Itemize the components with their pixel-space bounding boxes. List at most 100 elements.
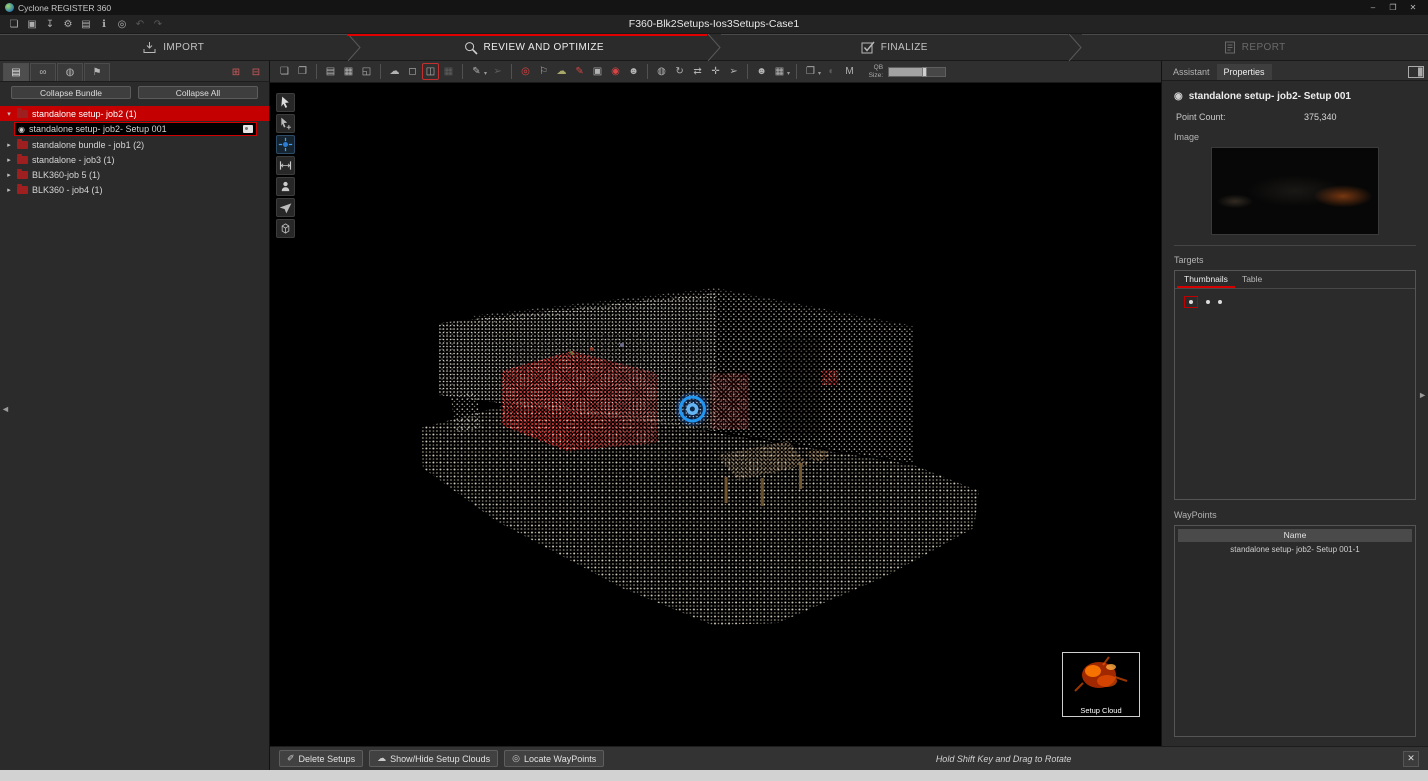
center-column: ❏ ❐ ▤ ▦ ◱ ☁ ◻ ◫ ▦ ✎ ▾ ➢ [270,61,1428,770]
panel-layout-icon[interactable] [1408,66,1424,78]
waypoints-name-header[interactable]: Name [1178,529,1412,542]
cursor-select-tool[interactable] [276,93,295,112]
tree-item-setup001[interactable]: ◉ standalone setup- job2- Setup 001 [14,122,257,136]
waypoints-table: Name standalone setup- job2- Setup 001-1 [1174,525,1416,737]
maximize-button[interactable]: ❐ [1383,1,1403,15]
workflow-step-review[interactable]: REVIEW AND OPTIMIZE [361,34,708,60]
caret-right-icon[interactable]: ▸ [5,186,13,194]
target-thumbnail-selected[interactable] [1184,296,1198,308]
draw-annotation-icon[interactable]: ✎ [571,63,588,80]
add-waypoint-icon[interactable]: ◉ [607,63,624,80]
tab-table[interactable]: Table [1235,271,1269,288]
redo-icon[interactable]: ↷ [150,17,166,32]
contrast-icon[interactable]: ◐ [823,63,840,80]
globe-icon[interactable]: ◍ [653,63,670,80]
annotate-pen-icon[interactable]: ✎ [468,63,485,80]
setup-cloud-thumbnail [1063,653,1139,699]
grid-settings-icon[interactable]: ▦ [771,63,788,80]
users-icon[interactable]: ☻ [753,63,770,80]
sync-icon[interactable]: ↻ [671,63,688,80]
add-tag-icon[interactable]: ⚐ [535,63,552,80]
grid-view-icon[interactable]: ▦ [440,63,457,80]
caret-right-icon[interactable]: ▸ [5,141,13,149]
delete-setups-button[interactable]: ✐ Delete Setups [279,750,363,767]
pick-point-tool[interactable] [276,114,295,133]
waypoint-row[interactable]: standalone setup- job2- Setup 001-1 [1178,542,1412,557]
layers-icon[interactable]: ▤ [322,63,339,80]
workflow-step-report[interactable]: REPORT [1082,34,1428,60]
target-thumbnail[interactable] [1218,300,1222,304]
caret-right-icon[interactable]: ▸ [5,156,13,164]
dropdown-caret-icon[interactable]: ▾ [484,70,487,77]
multi-mode-icon[interactable]: M [841,63,858,80]
setup-image-thumbnail[interactable] [1211,147,1379,235]
close-button[interactable]: ✕ [1403,1,1423,15]
cloud-mode-icon[interactable]: ☁ [553,63,570,80]
orbit-pan-tool[interactable] [276,135,295,154]
tab-links[interactable]: ∞ [30,63,56,81]
collapse-setups-icon[interactable]: ⊟ [246,64,266,81]
caret-right-icon[interactable]: ▸ [5,171,13,179]
fly-view-tool[interactable] [276,198,295,217]
save-icon[interactable]: ▣ [24,17,40,32]
fly-tool-icon[interactable]: ➢ [725,63,742,80]
new-setup-icon[interactable]: ❏ [276,63,293,80]
clone-setup-icon[interactable]: ❐ [294,63,311,80]
move-tool-icon[interactable]: ✛ [707,63,724,80]
tree-item-job3[interactable]: ▸ standalone - job3 (1) [0,152,269,167]
swap-view-icon[interactable]: ⇄ [689,63,706,80]
help-icon[interactable]: ◎ [114,17,130,32]
settings-gear-icon[interactable]: ⚙ [60,17,76,32]
tab-tags[interactable]: ⚑ [84,63,110,81]
tab-assistant[interactable]: Assistant [1166,64,1217,80]
report-list-icon[interactable]: ▤ [78,17,94,32]
minimize-button[interactable]: – [1363,1,1383,15]
open-project-icon[interactable]: ❏ [6,17,22,32]
locate-waypoints-button[interactable]: ◎ Locate WayPoints [504,750,604,767]
person-view-tool[interactable] [276,177,295,196]
measure-distance-tool[interactable] [276,156,295,175]
target-thumbnail[interactable] [1206,300,1210,304]
tab-project-tree[interactable]: ▤ [3,63,29,81]
cloud-view-icon[interactable]: ☁ [386,63,403,80]
expand-setups-icon[interactable]: ⊞ [226,64,246,81]
collapse-left-panel-arrow[interactable]: ◄ [1,404,10,414]
import-icon[interactable]: ↧ [42,17,58,32]
single-view-icon[interactable]: ◻ [404,63,421,80]
tree-item-job2[interactable]: ▾ standalone setup- job2 (1) [0,106,269,121]
tree-item-job1[interactable]: ▸ standalone bundle - job1 (2) [0,137,269,152]
setup-cloud-minimap[interactable]: Setup Cloud [1062,652,1140,717]
dropdown-caret-icon[interactable]: ▾ [787,70,790,77]
tab-thumbnails[interactable]: Thumbnails [1177,271,1235,288]
tab-web[interactable]: ◍ [57,63,83,81]
workflow-step-finalize[interactable]: FINALIZE [721,34,1068,60]
caret-down-icon[interactable]: ▾ [5,110,13,118]
cube-view-tool[interactable] [276,219,295,238]
tab-properties[interactable]: Properties [1217,64,1272,80]
add-target-icon[interactable]: ◎ [517,63,534,80]
zoom-region-icon[interactable]: ◱ [358,63,375,80]
tree-item-blk360-job5[interactable]: ▸ BLK360-job 5 (1) [0,167,269,182]
dropdown-caret-icon[interactable]: ▾ [818,70,821,77]
add-person-icon[interactable]: ☻ [625,63,642,80]
qb-size-slider[interactable] [888,67,946,77]
collapse-bundle-button[interactable]: Collapse Bundle [11,86,131,99]
camera-icon[interactable]: ▣ [589,63,606,80]
split-view-icon[interactable]: ◫ [422,63,439,80]
workflow-step-label: REVIEW AND OPTIMIZE [484,42,604,53]
bar-close-button[interactable]: ✕ [1403,751,1419,767]
tree-item-blk360-job4[interactable]: ▸ BLK360 - job4 (1) [0,182,269,197]
pano-view-icon[interactable]: ▦ [340,63,357,80]
undo-icon[interactable]: ↶ [132,17,148,32]
setup-marker[interactable] [675,392,709,426]
workflow-step-import[interactable]: IMPORT [0,34,347,60]
collapse-all-button[interactable]: Collapse All [138,86,258,99]
panels-icon[interactable]: ❐ [802,63,819,80]
info-icon[interactable]: ℹ [96,17,112,32]
collapse-right-panel-arrow[interactable]: ► [1418,390,1427,400]
viewport-toolbar: ❏ ❐ ▤ ▦ ◱ ☁ ◻ ◫ ▦ ✎ ▾ ➢ [270,61,1161,83]
pick-arrow-icon[interactable]: ➢ [489,63,506,80]
qb-size-slider-thumb[interactable] [922,67,927,77]
viewport-3d[interactable]: Setup Cloud [270,83,1161,746]
show-hide-setup-clouds-button[interactable]: ☁ Show/Hide Setup Clouds [369,750,498,767]
